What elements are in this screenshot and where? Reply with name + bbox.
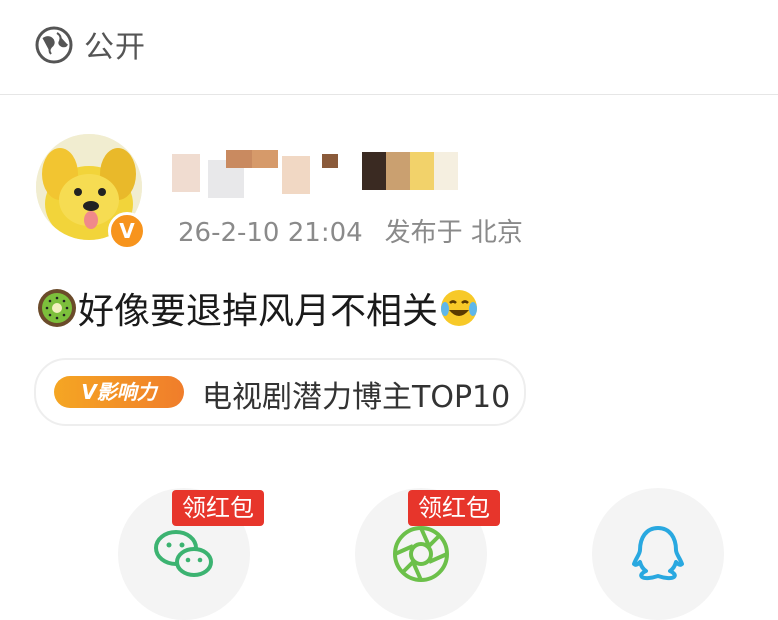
influence-text: 电视剧潜力博主TOP10 — [202, 380, 511, 415]
share-qq-button[interactable] — [592, 488, 724, 620]
moments-icon — [393, 526, 449, 582]
timestamp: 26-2-10 21:04 — [178, 218, 363, 248]
wechat-icon — [154, 530, 213, 577]
influence-tag[interactable]: V影响力 电视剧潜力博主TOP10 — [34, 358, 526, 426]
red-packet-tag: 领红包 — [172, 490, 264, 526]
verified-badge: V — [108, 212, 146, 250]
influence-badge: V影响力 — [54, 376, 184, 408]
post-content: 好像要退掉风月不相关 — [36, 282, 480, 334]
visibility-label: 公开 — [84, 30, 146, 65]
location: 发布于 北京 — [384, 218, 523, 248]
red-packet-tag: 领红包 — [408, 490, 500, 526]
kiwi-emoji-icon — [38, 289, 76, 327]
username-blurred[interactable] — [172, 150, 472, 198]
globe-icon — [35, 26, 73, 64]
post-meta: 26-2-10 21:04 发布于 北京 — [178, 212, 523, 249]
visibility-header[interactable]: 公开 — [0, 0, 778, 95]
laugh-cry-emoji-icon — [441, 290, 478, 326]
qq-icon — [632, 526, 684, 581]
post-text: 好像要退掉风月不相关 — [78, 291, 439, 332]
